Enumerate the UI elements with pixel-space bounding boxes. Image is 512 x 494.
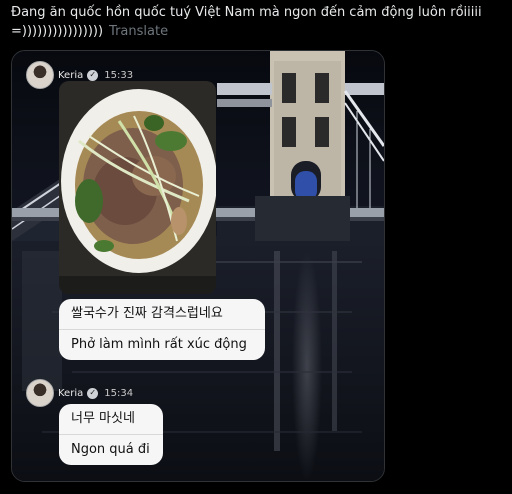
message-bubble: 너무 마싯네 Ngon quá đi	[59, 404, 163, 465]
story-time: 15:34	[104, 387, 134, 399]
message-translation: Ngon quá đi	[71, 442, 150, 457]
verified-badge-icon: ✓	[87, 387, 99, 399]
message-original: 쌀국수가 진짜 감격스럽네요	[71, 306, 223, 321]
pho-bowl-photo	[59, 81, 216, 294]
story-username: Keria	[58, 387, 84, 399]
story-time: 15:33	[104, 69, 134, 81]
message-translation: Phở làm mình rất xúc động	[71, 337, 247, 352]
avatar	[26, 379, 54, 407]
story-username: Keria	[58, 69, 84, 81]
post-image[interactable]: Keria ✓ 15:33 쌀국수가 진짜 감격스럽네요 Phở làm mìn…	[11, 50, 385, 482]
avatar	[26, 61, 54, 89]
message-original: 너무 마싯네	[71, 411, 135, 426]
post-caption: Đang ăn quốc hồn quốc tuý Việt Nam mà ng…	[11, 5, 482, 39]
post-text: Đang ăn quốc hồn quốc tuý Việt Nam mà ng…	[11, 3, 501, 41]
translate-link[interactable]: Translate	[109, 24, 168, 39]
story-header: Keria ✓ 15:34	[26, 379, 133, 407]
verified-badge-icon: ✓	[87, 69, 99, 81]
pho-bowl-icon	[59, 81, 216, 294]
message-bubble: 쌀국수가 진짜 감격스럽네요 Phở làm mình rất xúc động	[59, 299, 265, 360]
